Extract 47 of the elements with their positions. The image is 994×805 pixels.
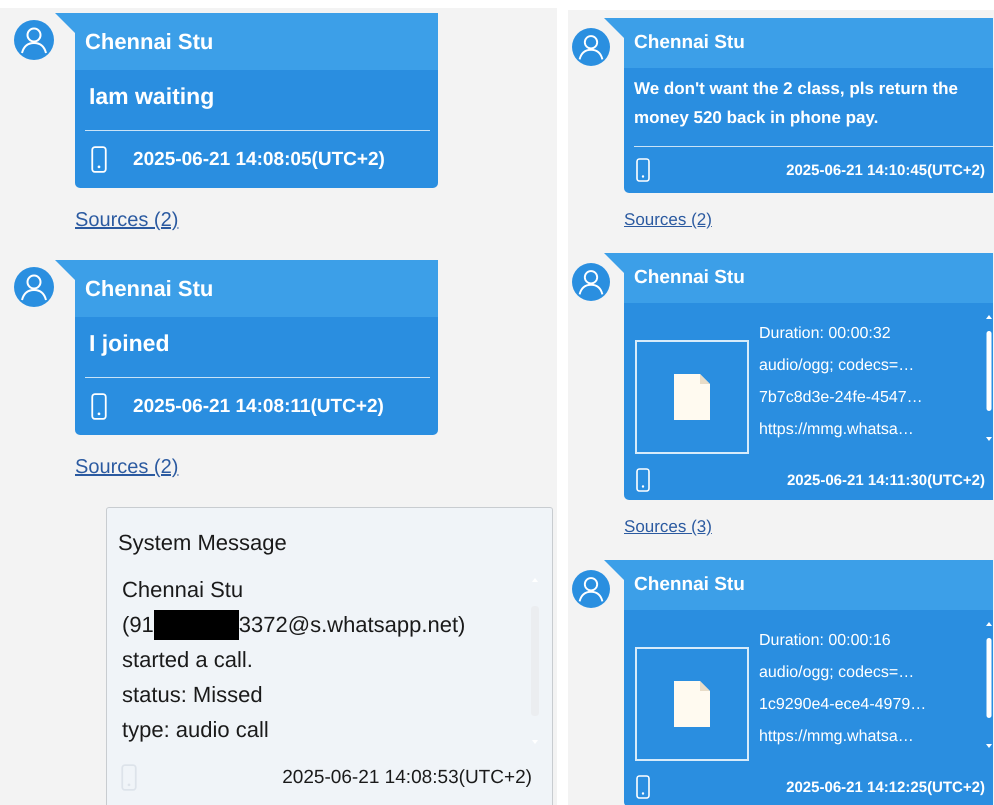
timestamp: 2025-06-21 14:08:53(UTC+2) <box>282 766 532 788</box>
phone-icon <box>636 158 650 182</box>
phone-icon <box>91 393 107 420</box>
avatar-icon <box>572 263 610 301</box>
system-message-title: System Message <box>117 529 288 557</box>
file-icon <box>674 681 710 727</box>
attachment-detail: audio/ogg; codecs=… <box>759 356 916 376</box>
avatar-icon <box>572 570 610 608</box>
timestamp: 2025-06-21 14:10:45(UTC+2) <box>786 162 985 178</box>
message-line: (91 <box>122 611 154 639</box>
sources-link[interactable]: Sources (2) <box>75 208 178 232</box>
attachment-detail: https://mmg.whatsa… <box>759 420 915 440</box>
sources-link[interactable]: Sources (3) <box>624 516 712 538</box>
timestamp: 2025-06-21 14:08:11(UTC+2) <box>133 396 384 418</box>
phone-icon <box>636 775 650 799</box>
message-text: We don't want the 2 class, pls return the money 520 back in phone pay. <box>633 78 959 129</box>
attachment-detail: 7b7c8d3e-24fe-4547… <box>759 388 924 408</box>
sender-name: Chennai Stu <box>634 574 745 596</box>
attachment-detail: 1c9290e4-ece4-4979… <box>759 695 928 715</box>
avatar-icon <box>572 28 610 66</box>
sources-link[interactable]: Sources (2) <box>75 455 178 479</box>
timestamp: 2025-06-21 14:12:25(UTC+2) <box>786 778 985 796</box>
message-line: 3372@s.whatsapp.net) <box>238 611 466 639</box>
message-text: Iam waiting <box>88 82 216 111</box>
timestamp: 2025-06-21 14:08:05(UTC+2) <box>133 148 385 170</box>
message-text: I joined <box>88 329 170 358</box>
attachment-thumbnail[interactable] <box>635 647 749 761</box>
sender-name: Chennai Stu <box>85 276 214 302</box>
phone-icon <box>636 468 650 492</box>
attachment-detail: Duration: 00:00:16 <box>759 631 892 651</box>
message-line: type: audio call <box>122 716 270 744</box>
attachment-detail: https://mmg.whatsa… <box>759 727 915 747</box>
message-line: status: Missed <box>122 681 264 709</box>
sender-name: Chennai Stu <box>85 28 214 54</box>
avatar-icon <box>14 20 54 60</box>
sources-link[interactable]: Sources (2) <box>624 209 712 231</box>
attachment-detail: audio/ogg; codecs=… <box>759 663 916 683</box>
timestamp: 2025-06-21 14:11:30(UTC+2) <box>786 472 985 488</box>
phone-icon <box>91 146 107 173</box>
sender-name: Chennai Stu <box>634 32 745 54</box>
message-line: started a call. <box>122 646 254 674</box>
sender-name: Chennai Stu <box>634 267 745 289</box>
attachment-detail: Duration: 00:00:32 <box>759 324 892 344</box>
file-icon <box>674 374 710 420</box>
avatar-icon <box>14 267 54 307</box>
attachment-thumbnail[interactable] <box>635 340 749 454</box>
message-line: Chennai Stu <box>122 576 244 604</box>
